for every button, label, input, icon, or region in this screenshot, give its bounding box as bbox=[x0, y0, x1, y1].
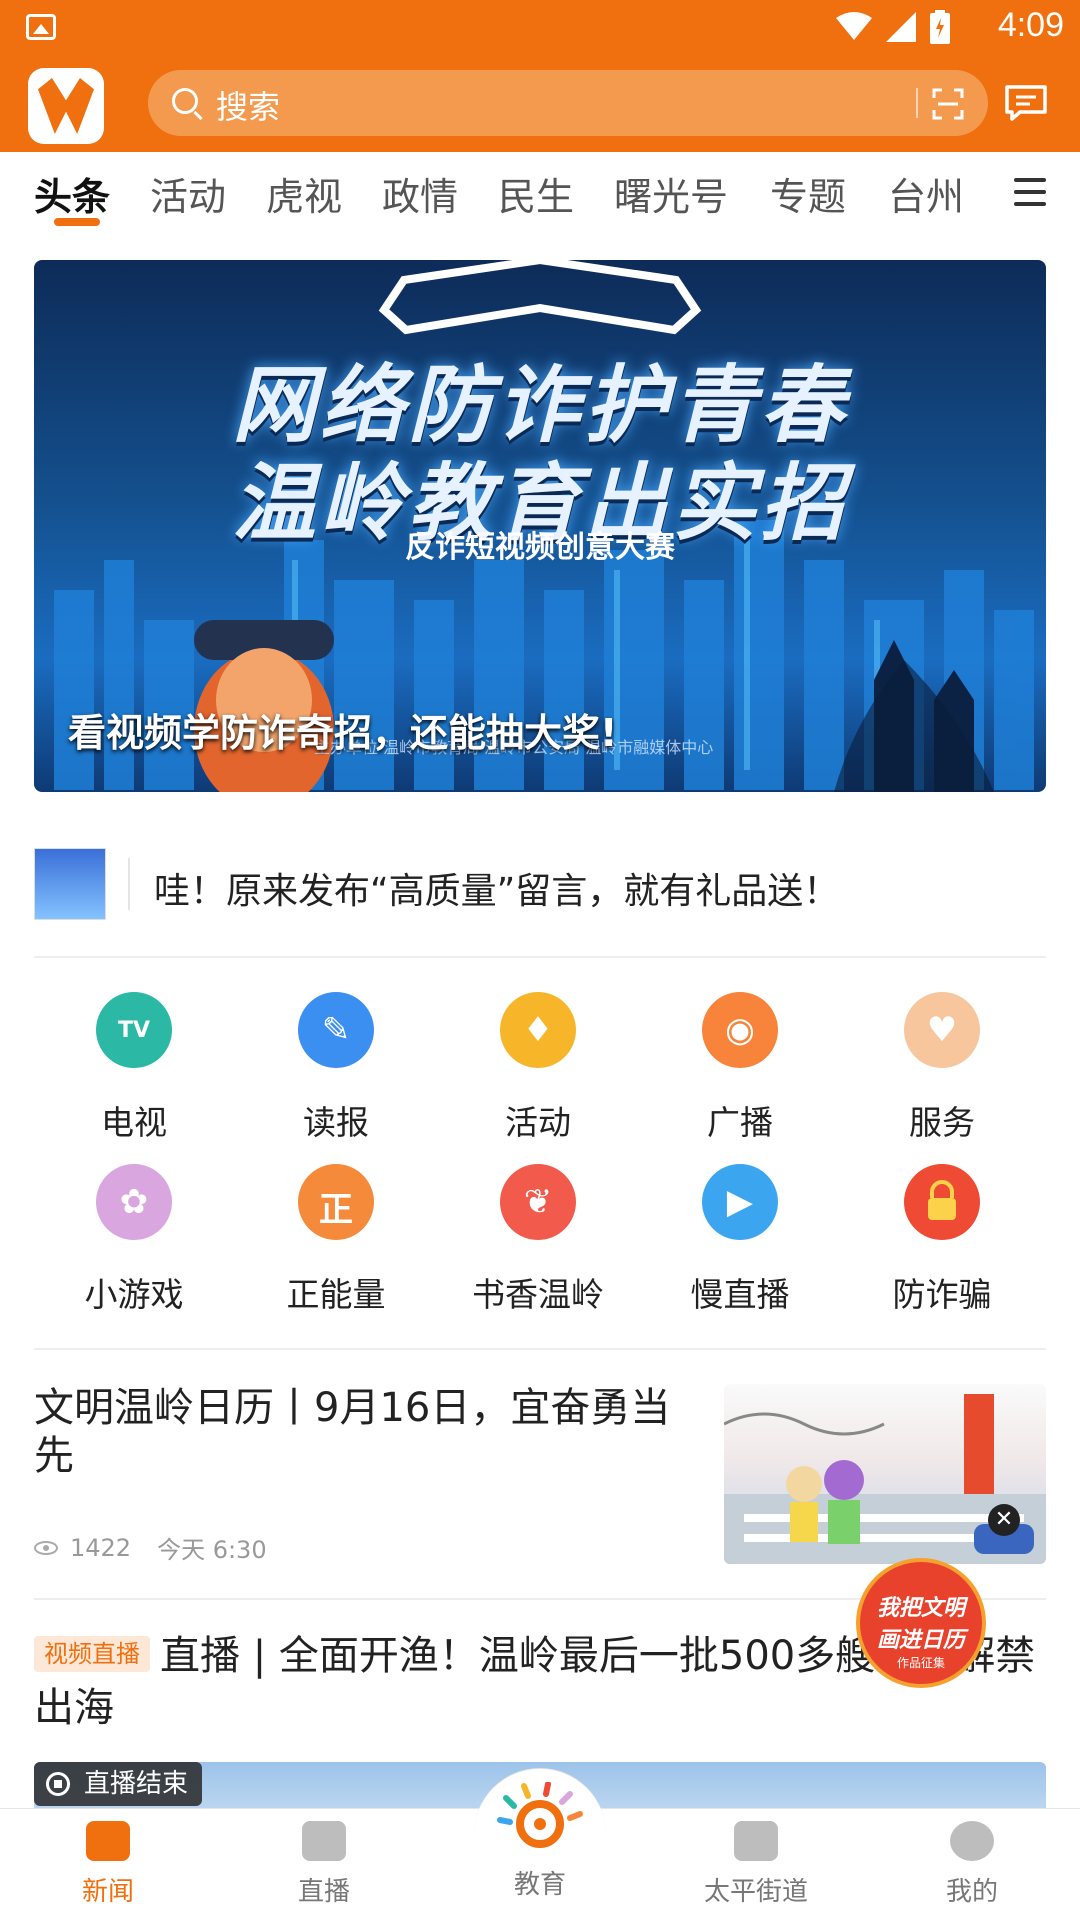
profile-icon bbox=[950, 1821, 994, 1861]
service-tv[interactable]: TV 电视 bbox=[54, 992, 214, 1144]
radio-icon: ◉ bbox=[702, 992, 778, 1068]
scan-icon[interactable] bbox=[932, 88, 964, 120]
floating-promo-badge[interactable]: 我把文明 画进日历 作品征集 bbox=[856, 1558, 986, 1688]
education-icon bbox=[497, 1782, 583, 1848]
tab-huvision[interactable]: 虎视 bbox=[266, 166, 342, 221]
news-icon bbox=[86, 1821, 130, 1861]
street-icon bbox=[734, 1821, 778, 1861]
live-ended-badge: 直播结束 bbox=[34, 1762, 203, 1806]
tv-live-icon bbox=[302, 1821, 346, 1861]
service-services[interactable]: ♥ 服务 bbox=[862, 992, 1022, 1144]
banner-caption: 看视频学防诈奇招，还能抽大奖! bbox=[68, 711, 618, 755]
notice-divider bbox=[128, 858, 130, 910]
nav-profile[interactable]: 我的 bbox=[912, 1821, 1032, 1908]
banner-subtitle: 反诈短视频创意大赛 bbox=[405, 530, 675, 565]
service-games[interactable]: ✿ 小游戏 bbox=[54, 1164, 214, 1316]
tab-headlines[interactable]: 头条 bbox=[34, 166, 110, 221]
service-radio[interactable]: ◉ 广播 bbox=[660, 992, 820, 1144]
news-thumbnail[interactable] bbox=[724, 1384, 1046, 1564]
tab-politics[interactable]: 政情 bbox=[382, 166, 458, 221]
activity-icon: ♦ bbox=[500, 992, 576, 1068]
active-tab-indicator bbox=[54, 218, 100, 226]
search-bar[interactable]: 搜索 bbox=[148, 70, 988, 136]
anti-fraud-icon bbox=[904, 1164, 980, 1240]
notice-text: 哇！原来发布“高质量”留言，就有礼品送！ bbox=[154, 871, 840, 912]
video-live-tag: 视频直播 bbox=[34, 1636, 150, 1672]
nav-street[interactable]: 太平街道 bbox=[696, 1821, 816, 1908]
view-count: 1422 bbox=[70, 1533, 132, 1562]
nav-live[interactable]: 直播 bbox=[264, 1821, 384, 1908]
service-newspaper[interactable]: ✎ 读报 bbox=[256, 992, 416, 1144]
notice-bar[interactable]: 哇！原来发布“高质量”留言，就有礼品送！ bbox=[34, 848, 1046, 956]
hero-banner[interactable]: 网络防诈护青春 温岭教育出实招 反诈短视频创意大赛 主办单位 温岭市教育局 温岭… bbox=[34, 260, 1046, 792]
book-icon: ❦ bbox=[500, 1164, 576, 1240]
tv-icon: TV bbox=[96, 992, 172, 1068]
service-icon: ♥ bbox=[904, 992, 980, 1068]
service-positive-energy[interactable]: 正 正能量 bbox=[256, 1164, 416, 1316]
section-divider bbox=[34, 956, 1046, 958]
stop-icon bbox=[46, 1772, 70, 1796]
publish-time: 今天 6:30 bbox=[157, 1536, 267, 1564]
newspaper-icon: ✎ bbox=[298, 992, 374, 1068]
close-icon[interactable]: ✕ bbox=[988, 1504, 1020, 1536]
notice-thumbnail bbox=[34, 848, 106, 920]
news-meta: 1422 今天 6:30 bbox=[34, 1530, 267, 1565]
search-placeholder: 搜索 bbox=[216, 88, 281, 126]
tab-activities[interactable]: 活动 bbox=[150, 166, 226, 221]
tab-livelihood[interactable]: 民生 bbox=[498, 166, 574, 221]
status-bar: 4:09 bbox=[0, 0, 1080, 56]
message-icon[interactable] bbox=[1004, 84, 1048, 122]
tab-topics[interactable]: 专题 bbox=[770, 166, 846, 221]
battery-icon bbox=[930, 10, 950, 44]
app-screen: 4:09 搜索 头条 活动 虎视 政情 民生 曙光号 专题 台州 网络防诈护青春… bbox=[0, 0, 1080, 1920]
category-tabs: 头条 活动 虎视 政情 民生 曙光号 专题 台州 bbox=[0, 152, 1080, 238]
nav-education-label: 教育 bbox=[513, 1870, 566, 1900]
section-divider bbox=[34, 1348, 1046, 1350]
live-camera-icon: ▶ bbox=[702, 1164, 778, 1240]
calendar-drawing bbox=[724, 1394, 1046, 1564]
service-anti-fraud[interactable]: 防诈骗 bbox=[862, 1164, 1022, 1316]
service-activity[interactable]: ♦ 活动 bbox=[458, 992, 618, 1144]
news-title[interactable]: 文明温岭日历丨9月16日，宜奋勇当先 bbox=[34, 1384, 694, 1480]
service-slow-live[interactable]: ▶ 慢直播 bbox=[660, 1164, 820, 1316]
menu-icon[interactable] bbox=[1014, 178, 1046, 208]
tab-taizhou[interactable]: 台州 bbox=[888, 166, 964, 221]
search-icon bbox=[172, 88, 198, 114]
nav-news[interactable]: 新闻 bbox=[48, 1821, 168, 1908]
system-icons bbox=[836, 10, 950, 44]
views-icon bbox=[34, 1540, 58, 1555]
image-notification-icon bbox=[26, 14, 56, 40]
service-books[interactable]: ❦ 书香温岭 bbox=[458, 1164, 618, 1316]
game-icon: ✿ bbox=[96, 1164, 172, 1240]
search-separator bbox=[916, 88, 918, 118]
signal-icon bbox=[886, 12, 916, 42]
tab-shuguang[interactable]: 曙光号 bbox=[614, 166, 728, 221]
app-header: 搜索 bbox=[0, 56, 1080, 152]
positive-energy-icon: 正 bbox=[298, 1164, 374, 1240]
clock: 4:09 bbox=[997, 6, 1064, 44]
app-logo[interactable] bbox=[28, 68, 104, 144]
wifi-icon bbox=[836, 12, 872, 40]
